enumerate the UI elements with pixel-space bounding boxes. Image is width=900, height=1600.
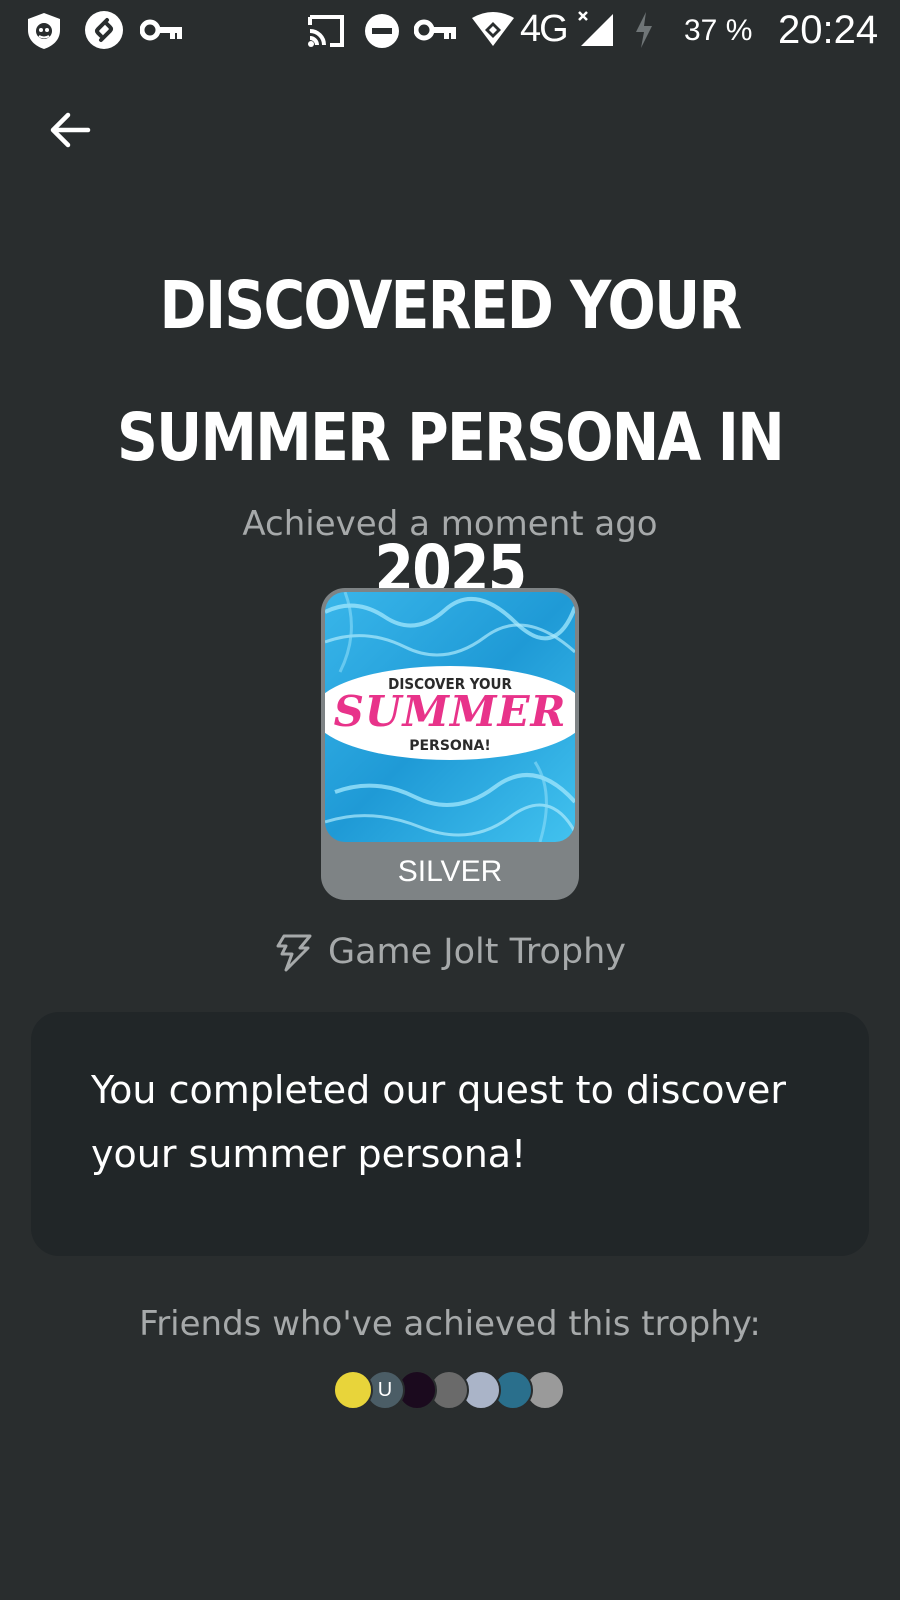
arrow-left-icon — [50, 112, 91, 148]
battery-percentage: 37 % — [684, 14, 753, 47]
trophy-description: You completed our quest to discover your… — [91, 1068, 787, 1176]
trophy-image-text-bottom: PERSONA! — [409, 738, 491, 754]
vpn-key-icon — [414, 19, 456, 41]
trophy-source: Game Jolt Trophy — [0, 932, 900, 972]
wifi-icon — [472, 12, 514, 46]
key-icon — [140, 19, 182, 41]
trophy-title: DISCOVERED YOUR SUMMER PERSONA IN 2025 — [63, 240, 837, 636]
back-button[interactable] — [36, 98, 104, 162]
trophy-image-text-main: SUMMER — [334, 687, 567, 736]
shazam-icon — [85, 11, 123, 49]
status-bar: 4G 37 % 20:24 — [0, 0, 900, 62]
cast-icon — [308, 15, 344, 47]
clock: 20:24 — [778, 8, 879, 52]
trophy-level-badge: SILVER — [397, 855, 503, 888]
trophy-card: DISCOVER YOUR SUMMER PERSONA! SILVER — [321, 588, 579, 900]
trophy-title-line-1: DISCOVERED YOUR — [159, 267, 743, 344]
trophy-description-card: You completed our quest to discover your… — [31, 1012, 869, 1256]
friends-avatar-list[interactable]: U — [333, 1370, 573, 1410]
signal-icon — [578, 11, 613, 46]
trophy-image: DISCOVER YOUR SUMMER PERSONA! — [325, 592, 575, 842]
trophy-source-label: Game Jolt Trophy — [327, 932, 626, 972]
network-type: 4G — [520, 8, 569, 50]
do-not-disturb-icon — [365, 14, 399, 48]
shield-icon — [28, 13, 60, 49]
game-jolt-icon — [276, 934, 312, 972]
achieved-time: Achieved a moment ago — [242, 504, 658, 544]
friends-label: Friends who've achieved this trophy: — [139, 1304, 761, 1344]
charging-icon — [636, 12, 652, 48]
friend-avatar[interactable] — [333, 1370, 373, 1410]
